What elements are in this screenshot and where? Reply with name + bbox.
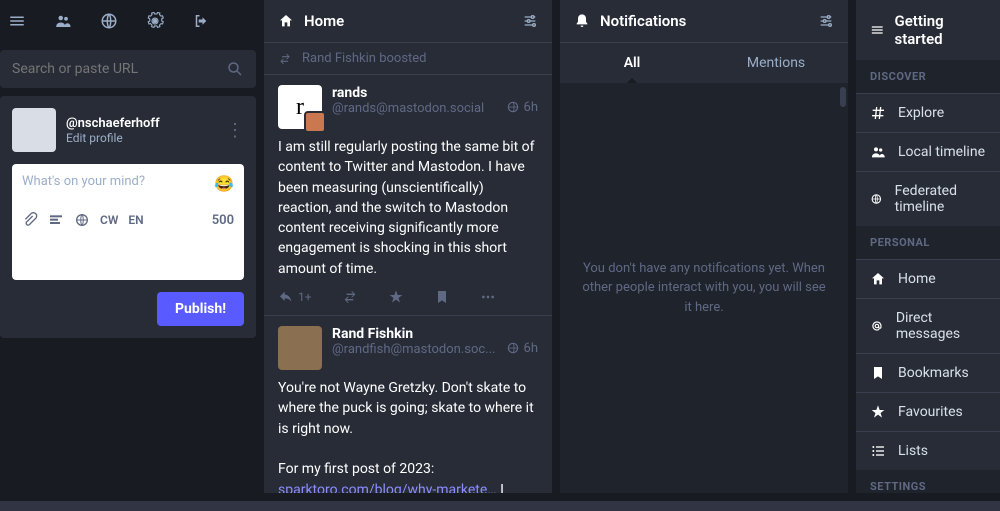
- nav-item-home[interactable]: Home: [856, 259, 1000, 298]
- profile-card: @nschaeferhoff Edit profile ⋮ 😂 CW EN: [0, 96, 256, 338]
- avatar[interactable]: [12, 108, 56, 152]
- post-handle[interactable]: @randfish@mastodon.soc...: [332, 342, 496, 357]
- bookmark-icon: [870, 365, 886, 381]
- nav-item-federated[interactable]: Federated timeline: [856, 171, 1000, 226]
- tab-mentions[interactable]: Mentions: [704, 43, 848, 83]
- bell-icon: [574, 13, 590, 29]
- cw-toggle[interactable]: CW: [100, 213, 118, 227]
- nav-section-personal: PERSONAL: [856, 226, 1000, 259]
- visibility-icon[interactable]: [74, 212, 90, 228]
- topbar: [0, 0, 256, 42]
- profile-handle[interactable]: @nschaeferhoff: [66, 116, 216, 131]
- compose-box: 😂 CW EN 500: [12, 164, 244, 280]
- getting-started-title: Getting started: [894, 12, 986, 48]
- notifications-header: Notifications: [560, 0, 848, 42]
- hashtag-icon: [870, 105, 886, 121]
- publish-button[interactable]: Publish!: [157, 292, 244, 326]
- poll-icon[interactable]: [48, 212, 64, 228]
- home-icon: [870, 271, 886, 287]
- gear-icon[interactable]: [146, 12, 164, 30]
- search-bar[interactable]: [0, 50, 256, 88]
- edit-profile-link[interactable]: Edit profile: [66, 131, 216, 145]
- profile-menu-icon[interactable]: ⋮: [226, 120, 244, 141]
- getting-started-header: Getting started: [856, 0, 1000, 60]
- public-icon: [506, 341, 520, 355]
- post-time[interactable]: 6h: [524, 341, 538, 356]
- char-count: 500: [212, 213, 234, 228]
- post-actions: 1+: [278, 289, 538, 305]
- nav-item-favourites[interactable]: Favourites: [856, 392, 1000, 431]
- nav-section-discover: DISCOVER: [856, 60, 1000, 93]
- post: Rand Fishkin @randfish@mastodon.soc... 6…: [264, 315, 552, 493]
- home-title: Home: [304, 12, 344, 30]
- nav-item-lists[interactable]: Lists: [856, 431, 1000, 470]
- post-link[interactable]: sparktoro.com/blog/why-markete…: [278, 482, 497, 493]
- list-icon: [870, 443, 886, 459]
- notifications-body: You don't have any notifications yet. Wh…: [560, 83, 848, 493]
- boost-indicator: Rand Fishkin boosted: [264, 42, 552, 74]
- post-avatar[interactable]: [278, 326, 322, 370]
- nav-item-bookmarks[interactable]: Bookmarks: [856, 353, 1000, 392]
- public-icon: [506, 100, 520, 114]
- post-body: You're not Wayne Gretzky. Don't skate to…: [278, 378, 538, 493]
- search-icon: [226, 60, 244, 78]
- favourite-button[interactable]: [388, 289, 404, 305]
- settings-sliders-icon[interactable]: [522, 13, 538, 29]
- globe-icon[interactable]: [100, 12, 118, 30]
- nav-item-local[interactable]: Local timeline: [856, 132, 1000, 171]
- empty-notifications-text: You don't have any notifications yet. Wh…: [580, 259, 828, 318]
- tab-all[interactable]: All: [560, 43, 704, 83]
- globe-icon: [870, 191, 883, 207]
- post-body: I am still regularly posting the same bi…: [278, 137, 538, 279]
- post-time[interactable]: 6h: [524, 100, 538, 115]
- star-icon: [870, 404, 886, 420]
- logout-icon[interactable]: [192, 12, 210, 30]
- bookmark-button[interactable]: [434, 289, 450, 305]
- hamburger-icon: [870, 22, 884, 38]
- compose-textarea[interactable]: [22, 174, 214, 204]
- home-header: Home: [264, 0, 552, 42]
- menu-icon[interactable]: [8, 12, 26, 30]
- at-icon: [870, 318, 884, 334]
- notifications-title: Notifications: [600, 12, 686, 30]
- post-display-name[interactable]: Rand Fishkin: [332, 326, 496, 342]
- nav-item-dm[interactable]: Direct messages: [856, 298, 1000, 353]
- community-icon: [870, 144, 886, 160]
- nav-section-settings: SETTINGS: [856, 470, 1000, 493]
- lang-toggle[interactable]: EN: [128, 213, 143, 227]
- notification-tabs: All Mentions: [560, 42, 848, 83]
- reply-button[interactable]: 1+: [278, 289, 312, 305]
- horizontal-scrollbar[interactable]: [0, 501, 1000, 511]
- home-icon: [278, 13, 294, 29]
- attach-icon[interactable]: [22, 212, 38, 228]
- settings-sliders-icon[interactable]: [818, 13, 834, 29]
- booster-avatar: [304, 111, 326, 133]
- more-button[interactable]: [480, 289, 496, 305]
- nav-item-explore[interactable]: Explore: [856, 93, 1000, 132]
- boost-icon: [278, 52, 292, 66]
- boost-button[interactable]: [342, 289, 358, 305]
- post-avatar[interactable]: r: [278, 85, 322, 129]
- post-display-name[interactable]: rands: [332, 85, 496, 101]
- post-handle[interactable]: @rands@mastodon.social: [332, 101, 496, 116]
- boost-text: Rand Fishkin boosted: [302, 51, 427, 66]
- post: r rands @rands@mastodon.social 6h I am s…: [264, 74, 552, 315]
- emoji-picker-icon[interactable]: 😂: [214, 174, 234, 204]
- community-icon[interactable]: [54, 12, 72, 30]
- scrollbar-thumb[interactable]: [840, 87, 846, 107]
- search-input[interactable]: [12, 61, 226, 77]
